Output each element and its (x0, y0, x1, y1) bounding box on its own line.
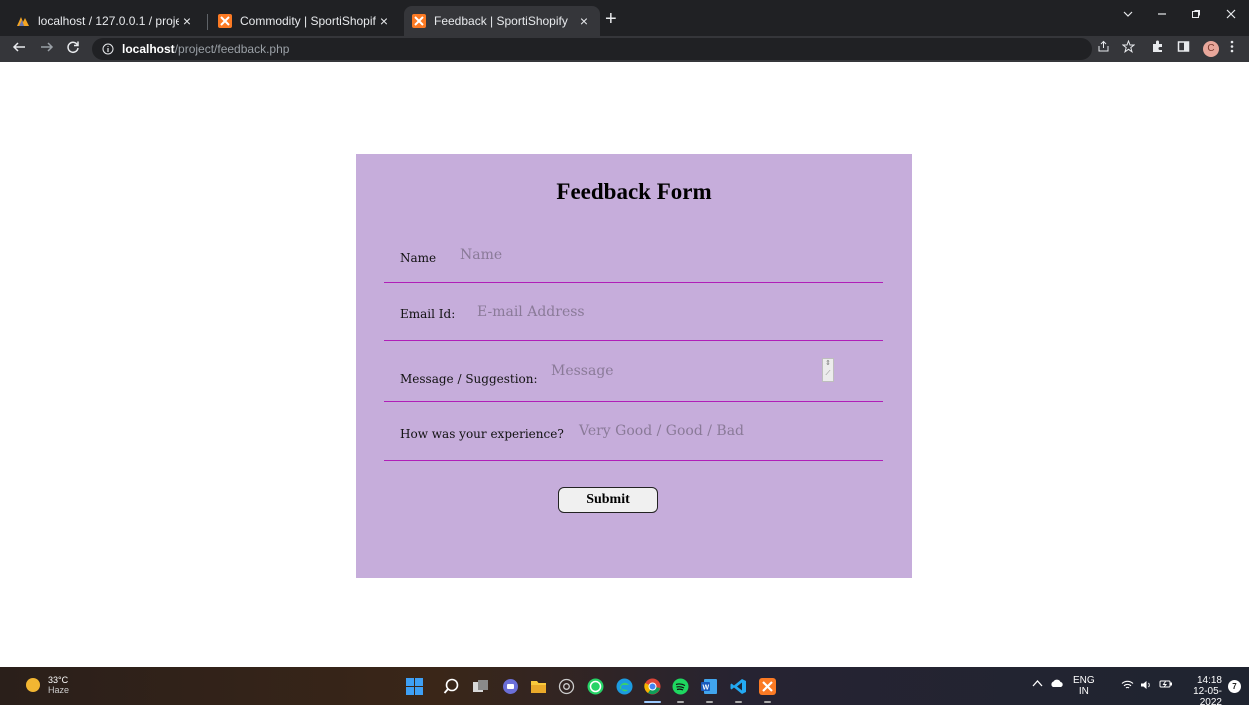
tab-search-icon[interactable] (1123, 6, 1133, 22)
volume-icon[interactable] (1140, 680, 1152, 693)
name-input[interactable]: Name (460, 247, 502, 263)
experience-row: How was your experience? Very Good / Goo… (384, 402, 883, 461)
tab-title: localhost / 127.0.0.1 / project / fe (38, 14, 179, 28)
xampp-taskbar-icon[interactable] (759, 678, 776, 695)
tab-phpmyadmin[interactable]: localhost / 127.0.0.1 / project / fe × (8, 6, 203, 36)
teams-chat-icon[interactable] (502, 678, 519, 695)
message-label: Message / Suggestion: (400, 372, 538, 386)
svg-text:W: W (703, 685, 710, 692)
submit-button[interactable]: Submit (558, 487, 658, 513)
notification-badge[interactable]: 7 (1228, 680, 1241, 693)
windows-taskbar: 33°C Haze W ENG IN 14:18 12-05-2022 7 (0, 667, 1249, 708)
lang-top: ENG (1073, 675, 1095, 686)
onedrive-cloud-icon[interactable] (1050, 679, 1064, 691)
chromium-icon[interactable] (558, 678, 575, 695)
textarea-resize-handle[interactable]: ⇕ ⟋ (822, 358, 834, 382)
wifi-icon[interactable] (1121, 680, 1134, 693)
site-info-icon[interactable] (102, 42, 116, 56)
weather-widget[interactable]: 33°C Haze (26, 675, 69, 695)
back-icon[interactable] (12, 40, 26, 59)
tab-title: Feedback | SportiShopify (434, 14, 568, 28)
phpmyadmin-icon (16, 14, 30, 28)
message-textarea[interactable]: Message (551, 363, 614, 379)
xampp-icon (218, 14, 232, 28)
lang-bottom: IN (1078, 686, 1089, 697)
start-icon[interactable] (406, 678, 423, 695)
share-icon[interactable] (1097, 40, 1110, 56)
name-row: Name Name (384, 236, 883, 283)
vscode-running-indicator (735, 701, 742, 703)
feedback-form-card: Feedback Form Name Name Email Id: E-mail… (356, 154, 912, 578)
file-explorer-icon[interactable] (530, 678, 547, 695)
form-title: Feedback Form (556, 179, 712, 204)
system-clock[interactable]: 14:18 12-05-2022 (1182, 675, 1222, 708)
restore-icon[interactable] (1191, 6, 1201, 22)
new-tab-button[interactable]: + (605, 8, 617, 30)
xampp-running-indicator (764, 701, 771, 703)
tab-title: Commodity | SportiShopify (240, 14, 376, 28)
weather-desc: Haze (48, 685, 70, 695)
word-icon[interactable]: W (701, 678, 718, 695)
word-running-indicator (706, 701, 713, 703)
edge-icon[interactable] (616, 678, 633, 695)
browser-toolbar: localhost/project/feedback.php (0, 36, 1249, 62)
menu-kebab-icon[interactable] (1230, 40, 1234, 56)
language-indicator[interactable]: ENG IN (1073, 675, 1095, 697)
battery-charging-icon[interactable] (1159, 679, 1173, 692)
experience-input[interactable]: Very Good / Good / Bad (579, 423, 744, 439)
browser-tab-strip: localhost / 127.0.0.1 / project / fe × C… (0, 0, 1249, 36)
clock-time: 14:18 (1196, 675, 1222, 686)
message-row: Message / Suggestion: Message ⇕ ⟋ (384, 341, 883, 402)
bookmark-star-icon[interactable] (1121, 39, 1136, 56)
close-window-icon[interactable] (1226, 6, 1236, 22)
tray-overflow-icon[interactable] (1032, 679, 1043, 690)
minimize-icon[interactable] (1157, 6, 1167, 22)
email-input[interactable]: E-mail Address (477, 304, 585, 320)
close-tab-icon[interactable]: × (576, 13, 592, 29)
vscode-icon[interactable] (730, 678, 747, 695)
reload-icon[interactable] (66, 40, 80, 59)
close-tab-icon[interactable]: × (376, 13, 392, 29)
url-host: localhost (122, 42, 175, 56)
forward-icon[interactable] (40, 40, 54, 59)
xampp-icon (412, 14, 426, 28)
tab-separator (207, 14, 208, 30)
name-label: Name (400, 251, 437, 265)
side-panel-icon[interactable] (1177, 40, 1190, 56)
whatsapp-icon[interactable] (587, 678, 604, 695)
weather-temp: 33°C (48, 675, 69, 685)
weather-sun-icon (26, 678, 40, 692)
tab-commodity[interactable]: Commodity | SportiShopify × (210, 6, 400, 36)
profile-avatar[interactable]: C (1203, 41, 1219, 57)
spotify-running-indicator (677, 701, 684, 703)
chrome-icon[interactable] (644, 678, 661, 695)
close-tab-icon[interactable]: × (179, 13, 195, 29)
chrome-active-indicator (644, 701, 661, 703)
task-view-icon[interactable] (472, 678, 489, 695)
tab-feedback[interactable]: Feedback | SportiShopify × (404, 6, 600, 36)
email-row: Email Id: E-mail Address (384, 283, 883, 341)
extensions-icon[interactable] (1151, 40, 1164, 56)
email-label: Email Id: (400, 307, 456, 321)
experience-label: How was your experience? (400, 427, 564, 441)
url-path: /project/feedback.php (174, 42, 290, 56)
search-icon[interactable] (443, 678, 460, 695)
address-bar[interactable]: localhost/project/feedback.php (92, 38, 1092, 60)
spotify-icon[interactable] (672, 678, 689, 695)
